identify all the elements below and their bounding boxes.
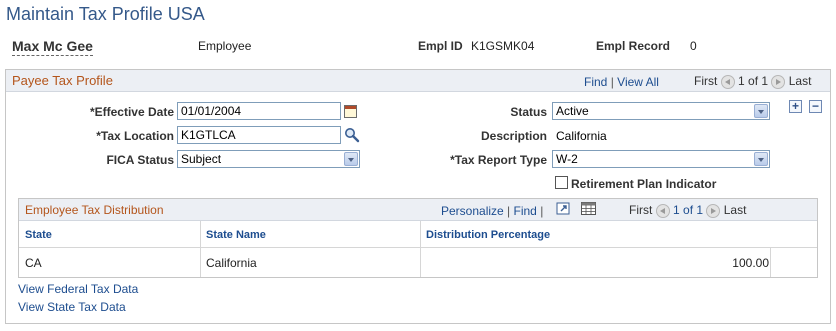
- description-label: Description: [480, 129, 547, 143]
- view-all-link[interactable]: View All: [617, 75, 659, 89]
- grid-next-icon[interactable]: [706, 203, 721, 218]
- grid-icon[interactable]: [581, 202, 596, 215]
- view-federal-tax-data-link[interactable]: View Federal Tax Data: [18, 282, 138, 296]
- empl-record-label: Empl Record: [596, 39, 671, 53]
- next-row-icon[interactable]: [771, 74, 786, 89]
- table-row: CA California 100.00: [19, 248, 817, 277]
- payee-tax-profile-panel: Payee Tax Profile Find | View All First …: [5, 69, 831, 324]
- employee-tax-distribution-grid: Employee Tax Distribution Personalize | …: [18, 198, 818, 278]
- status-value: Active: [556, 104, 589, 118]
- calendar-icon[interactable]: [344, 105, 357, 118]
- panel-header: Payee Tax Profile Find | View All First …: [6, 70, 830, 92]
- effective-date-input[interactable]: [177, 102, 341, 120]
- tax-location-label: *Tax Location: [96, 129, 174, 143]
- effective-date-label: *Effective Date: [89, 105, 174, 119]
- separator: |: [540, 204, 544, 218]
- grid-row-count: 1 of 1: [673, 203, 704, 217]
- grid-first-label[interactable]: First: [629, 203, 652, 217]
- zoom-icon[interactable]: [556, 202, 571, 216]
- first-label[interactable]: First: [694, 74, 717, 88]
- add-row-button[interactable]: +: [789, 100, 802, 113]
- tax-report-type-value: W-2: [556, 152, 578, 166]
- cell-distribution-percentage: 100.00: [732, 256, 769, 270]
- employee-name: Max Mc Gee: [12, 38, 93, 56]
- find-link[interactable]: Find: [584, 75, 607, 89]
- grid-header: Employee Tax Distribution Personalize | …: [19, 199, 817, 221]
- grid-title: Employee Tax Distribution: [25, 203, 164, 217]
- fica-status-label: FICA Status: [106, 153, 174, 167]
- separator: |: [610, 75, 614, 89]
- fica-status-value: Subject: [181, 152, 222, 166]
- row-count: 1 of 1: [738, 74, 769, 88]
- description-value: California: [556, 129, 607, 143]
- column-header-state-name[interactable]: State Name: [206, 229, 266, 241]
- page-title: Maintain Tax Profile USA: [6, 4, 205, 24]
- cell-state: CA: [25, 256, 42, 270]
- view-state-tax-data-link[interactable]: View State Tax Data: [18, 300, 126, 314]
- tax-report-type-select[interactable]: W-2: [552, 150, 770, 168]
- separator: |: [507, 204, 511, 218]
- fica-status-select[interactable]: Subject: [177, 150, 360, 168]
- grid-previous-icon[interactable]: [655, 203, 670, 218]
- last-label[interactable]: Last: [789, 74, 812, 88]
- panel-title: Payee Tax Profile: [12, 73, 113, 88]
- column-header-distribution-percentage[interactable]: Distribution Percentage: [426, 229, 550, 241]
- chevron-down-icon[interactable]: [754, 104, 768, 118]
- tax-location-input[interactable]: [177, 126, 341, 144]
- status-label: Status: [510, 105, 547, 119]
- retirement-plan-checkbox[interactable]: [555, 176, 568, 189]
- chevron-down-icon[interactable]: [344, 152, 358, 166]
- column-header-state[interactable]: State: [25, 229, 52, 241]
- chevron-down-icon[interactable]: [754, 152, 768, 166]
- empl-record-value: 0: [690, 39, 697, 53]
- empl-id-label: Empl ID: [418, 39, 463, 53]
- personalize-link[interactable]: Personalize: [441, 204, 504, 218]
- magnifier-icon[interactable]: [344, 127, 360, 143]
- tax-report-type-label: *Tax Report Type: [450, 153, 547, 167]
- previous-row-icon[interactable]: [720, 74, 735, 89]
- status-select[interactable]: Active: [552, 102, 770, 120]
- grid-last-label[interactable]: Last: [724, 203, 747, 217]
- employee-role: Employee: [198, 39, 252, 53]
- empl-id-value: K1GSMK04: [471, 39, 535, 53]
- retirement-plan-label: Retirement Plan Indicator: [571, 177, 717, 191]
- cell-state-name: California: [206, 256, 257, 270]
- grid-find-link[interactable]: Find: [514, 204, 537, 218]
- delete-row-button[interactable]: −: [809, 100, 822, 113]
